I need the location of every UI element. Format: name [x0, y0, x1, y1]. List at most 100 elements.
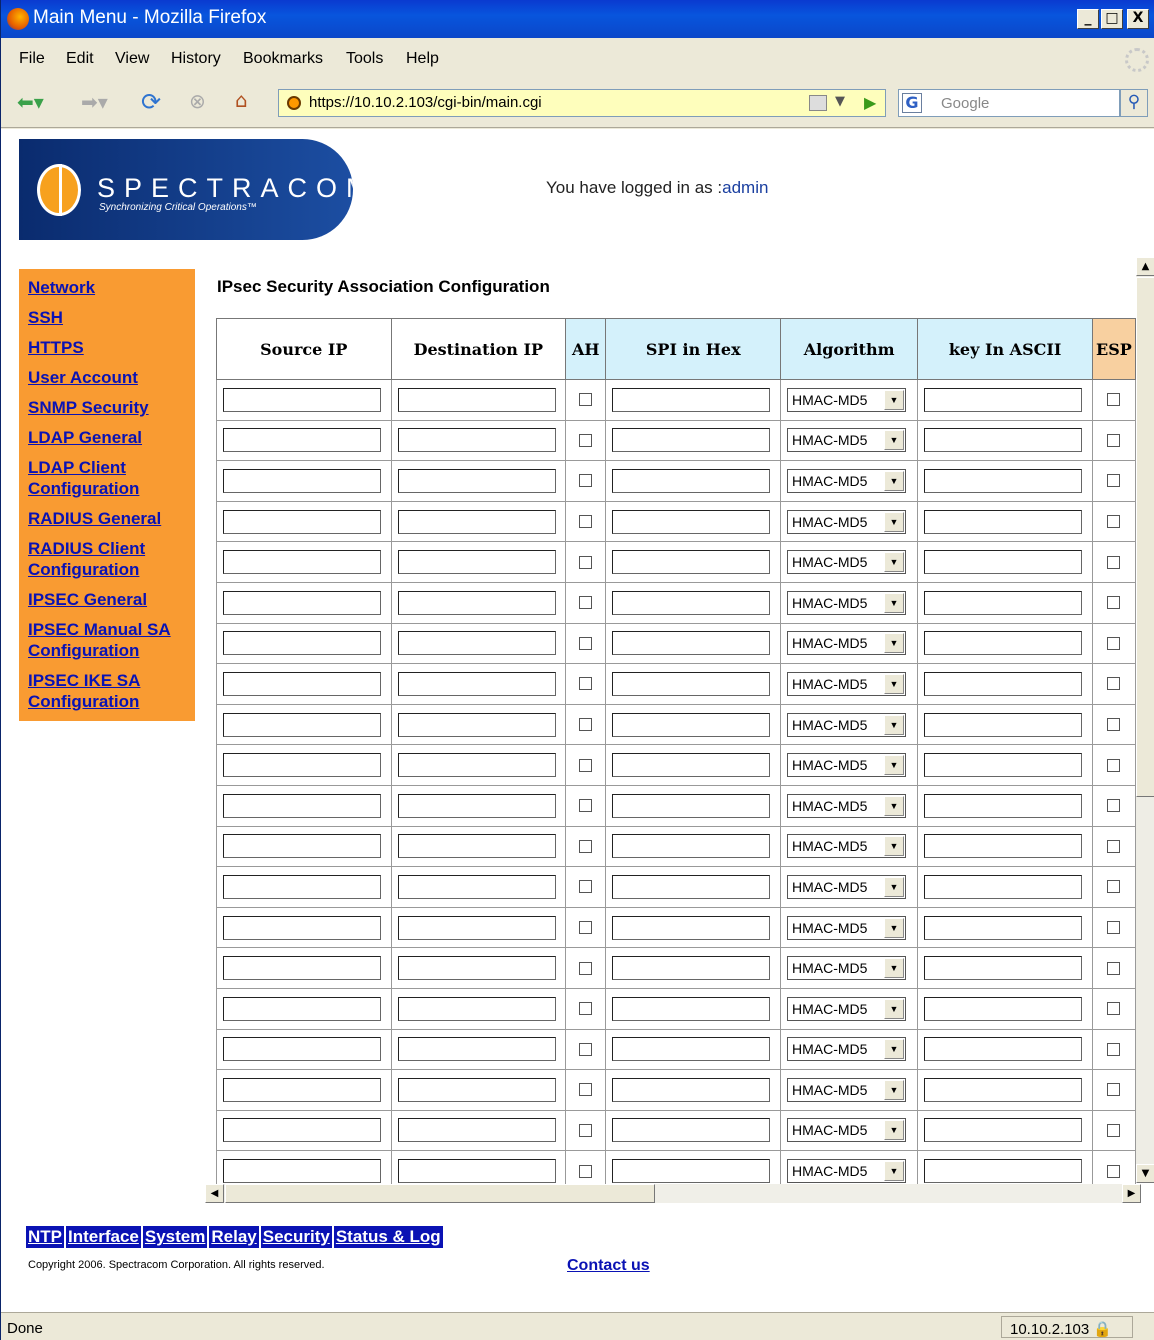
key-ascii-input[interactable] [924, 1159, 1083, 1184]
dropdown-arrow-icon[interactable]: ▼ [884, 917, 905, 938]
search-icon[interactable]: ⚲ [1120, 89, 1148, 117]
close-button[interactable]: X [1127, 9, 1149, 29]
menu-edit[interactable]: Edit [66, 50, 94, 68]
key-ascii-input[interactable] [924, 996, 1083, 1021]
algorithm-select[interactable]: HMAC-MD5 ▼ [787, 793, 907, 818]
esp-checkbox[interactable] [1107, 1042, 1121, 1056]
ah-checkbox[interactable] [579, 880, 593, 894]
destination-ip-input[interactable] [397, 550, 556, 575]
esp-checkbox[interactable] [1107, 1002, 1121, 1016]
esp-checkbox[interactable] [1107, 1083, 1121, 1097]
ah-checkbox[interactable] [579, 839, 593, 853]
spi-hex-input[interactable] [612, 1037, 771, 1062]
algorithm-select[interactable]: HMAC-MD5 ▼ [787, 1077, 907, 1102]
key-ascii-input[interactable] [924, 509, 1083, 534]
esp-checkbox[interactable] [1107, 1123, 1121, 1137]
dropdown-arrow-icon[interactable]: ▼ [884, 389, 905, 410]
esp-checkbox[interactable] [1107, 474, 1121, 488]
algorithm-select[interactable]: HMAC-MD5 ▼ [787, 753, 907, 778]
source-ip-input[interactable] [223, 1159, 381, 1184]
algorithm-select[interactable]: HMAC-MD5 ▼ [787, 834, 907, 859]
menu-history[interactable]: History [171, 50, 221, 68]
spi-hex-input[interactable] [612, 1118, 771, 1143]
destination-ip-input[interactable] [397, 468, 556, 493]
scroll-right-arrow-icon[interactable]: ▶ [1122, 1184, 1141, 1203]
destination-ip-input[interactable] [397, 793, 556, 818]
source-ip-input[interactable] [223, 550, 381, 575]
key-ascii-input[interactable] [924, 671, 1083, 696]
algorithm-select[interactable]: HMAC-MD5 ▼ [787, 590, 907, 615]
contact-link[interactable]: Contact us [567, 1257, 650, 1275]
algorithm-value[interactable]: HMAC-MD5 [792, 838, 867, 854]
sidebar-item-snmp-security[interactable]: SNMP Security [28, 397, 195, 418]
ah-checkbox[interactable] [579, 555, 593, 569]
ah-checkbox[interactable] [579, 393, 593, 407]
esp-checkbox[interactable] [1107, 1164, 1121, 1178]
algorithm-value[interactable]: HMAC-MD5 [792, 1041, 867, 1057]
spi-hex-input[interactable] [612, 468, 771, 493]
go-icon[interactable]: ▶ [864, 93, 876, 112]
algorithm-value[interactable]: HMAC-MD5 [792, 1163, 867, 1179]
key-ascii-input[interactable] [924, 956, 1083, 981]
sidebar-item-ipsec-manual-sa[interactable]: IPSEC Manual SA Configuration [28, 619, 188, 661]
algorithm-select[interactable]: HMAC-MD5 ▼ [787, 874, 907, 899]
algorithm-value[interactable]: HMAC-MD5 [792, 595, 867, 611]
vertical-scrollbar[interactable]: ▲ ▼ [1136, 257, 1154, 1183]
google-engine-icon[interactable]: G [902, 93, 922, 113]
sidebar-item-ldap-general[interactable]: LDAP General [28, 427, 195, 448]
algorithm-value[interactable]: HMAC-MD5 [792, 432, 867, 448]
source-ip-input[interactable] [223, 1077, 381, 1102]
spi-hex-input[interactable] [612, 712, 771, 737]
ah-checkbox[interactable] [579, 1164, 593, 1178]
algorithm-value[interactable]: HMAC-MD5 [792, 960, 867, 976]
dropdown-arrow-icon[interactable]: ▼ [884, 552, 905, 573]
source-ip-input[interactable] [223, 1037, 381, 1062]
ah-checkbox[interactable] [579, 433, 593, 447]
algorithm-value[interactable]: HMAC-MD5 [792, 757, 867, 773]
algorithm-value[interactable]: HMAC-MD5 [792, 676, 867, 692]
dropdown-arrow-icon[interactable]: ▼ [884, 1039, 905, 1060]
sidebar-item-ssh[interactable]: SSH [28, 307, 195, 328]
spi-hex-input[interactable] [612, 671, 771, 696]
key-ascii-input[interactable] [924, 834, 1083, 859]
home-icon[interactable]: ⌂ [235, 88, 248, 112]
spi-hex-input[interactable] [612, 793, 771, 818]
key-ascii-input[interactable] [924, 550, 1083, 575]
vertical-scroll-thumb[interactable] [1136, 277, 1154, 797]
algorithm-value[interactable]: HMAC-MD5 [792, 392, 867, 408]
esp-checkbox[interactable] [1107, 596, 1121, 610]
spi-hex-input[interactable] [612, 874, 771, 899]
sidebar-item-ipsec-general[interactable]: IPSEC General [28, 589, 195, 610]
nav-system[interactable]: System [142, 1226, 208, 1248]
spi-hex-input[interactable] [612, 590, 771, 615]
ah-checkbox[interactable] [579, 1083, 593, 1097]
sidebar-item-network[interactable]: Network [28, 277, 195, 298]
nav-security[interactable]: Security [260, 1226, 332, 1248]
stop-icon[interactable]: ⊗ [189, 89, 206, 113]
destination-ip-input[interactable] [397, 712, 556, 737]
algorithm-select[interactable]: HMAC-MD5 ▼ [787, 712, 907, 737]
source-ip-input[interactable] [223, 712, 381, 737]
ah-checkbox[interactable] [579, 1123, 593, 1137]
algorithm-select[interactable]: HMAC-MD5 ▼ [787, 956, 907, 981]
key-ascii-input[interactable] [924, 468, 1083, 493]
algorithm-value[interactable]: HMAC-MD5 [792, 717, 867, 733]
dropdown-arrow-icon[interactable]: ▼ [884, 998, 905, 1019]
sidebar-item-ldap-client[interactable]: LDAP Client Configuration [28, 457, 168, 499]
spi-hex-input[interactable] [612, 996, 771, 1021]
esp-checkbox[interactable] [1107, 515, 1121, 529]
key-ascii-input[interactable] [924, 1037, 1083, 1062]
algorithm-select[interactable]: HMAC-MD5 ▼ [787, 428, 907, 453]
dropdown-arrow-icon[interactable]: ▼ [884, 592, 905, 613]
algorithm-value[interactable]: HMAC-MD5 [792, 920, 867, 936]
esp-checkbox[interactable] [1107, 839, 1121, 853]
algorithm-value[interactable]: HMAC-MD5 [792, 554, 867, 570]
algorithm-select[interactable]: HMAC-MD5 ▼ [787, 631, 907, 656]
scroll-down-arrow-icon[interactable]: ▼ [1136, 1164, 1154, 1183]
ah-checkbox[interactable] [579, 474, 593, 488]
nav-interface[interactable]: Interface [66, 1226, 141, 1248]
esp-checkbox[interactable] [1107, 921, 1121, 935]
destination-ip-input[interactable] [397, 1118, 556, 1143]
esp-checkbox[interactable] [1107, 961, 1121, 975]
source-ip-input[interactable] [223, 956, 381, 981]
